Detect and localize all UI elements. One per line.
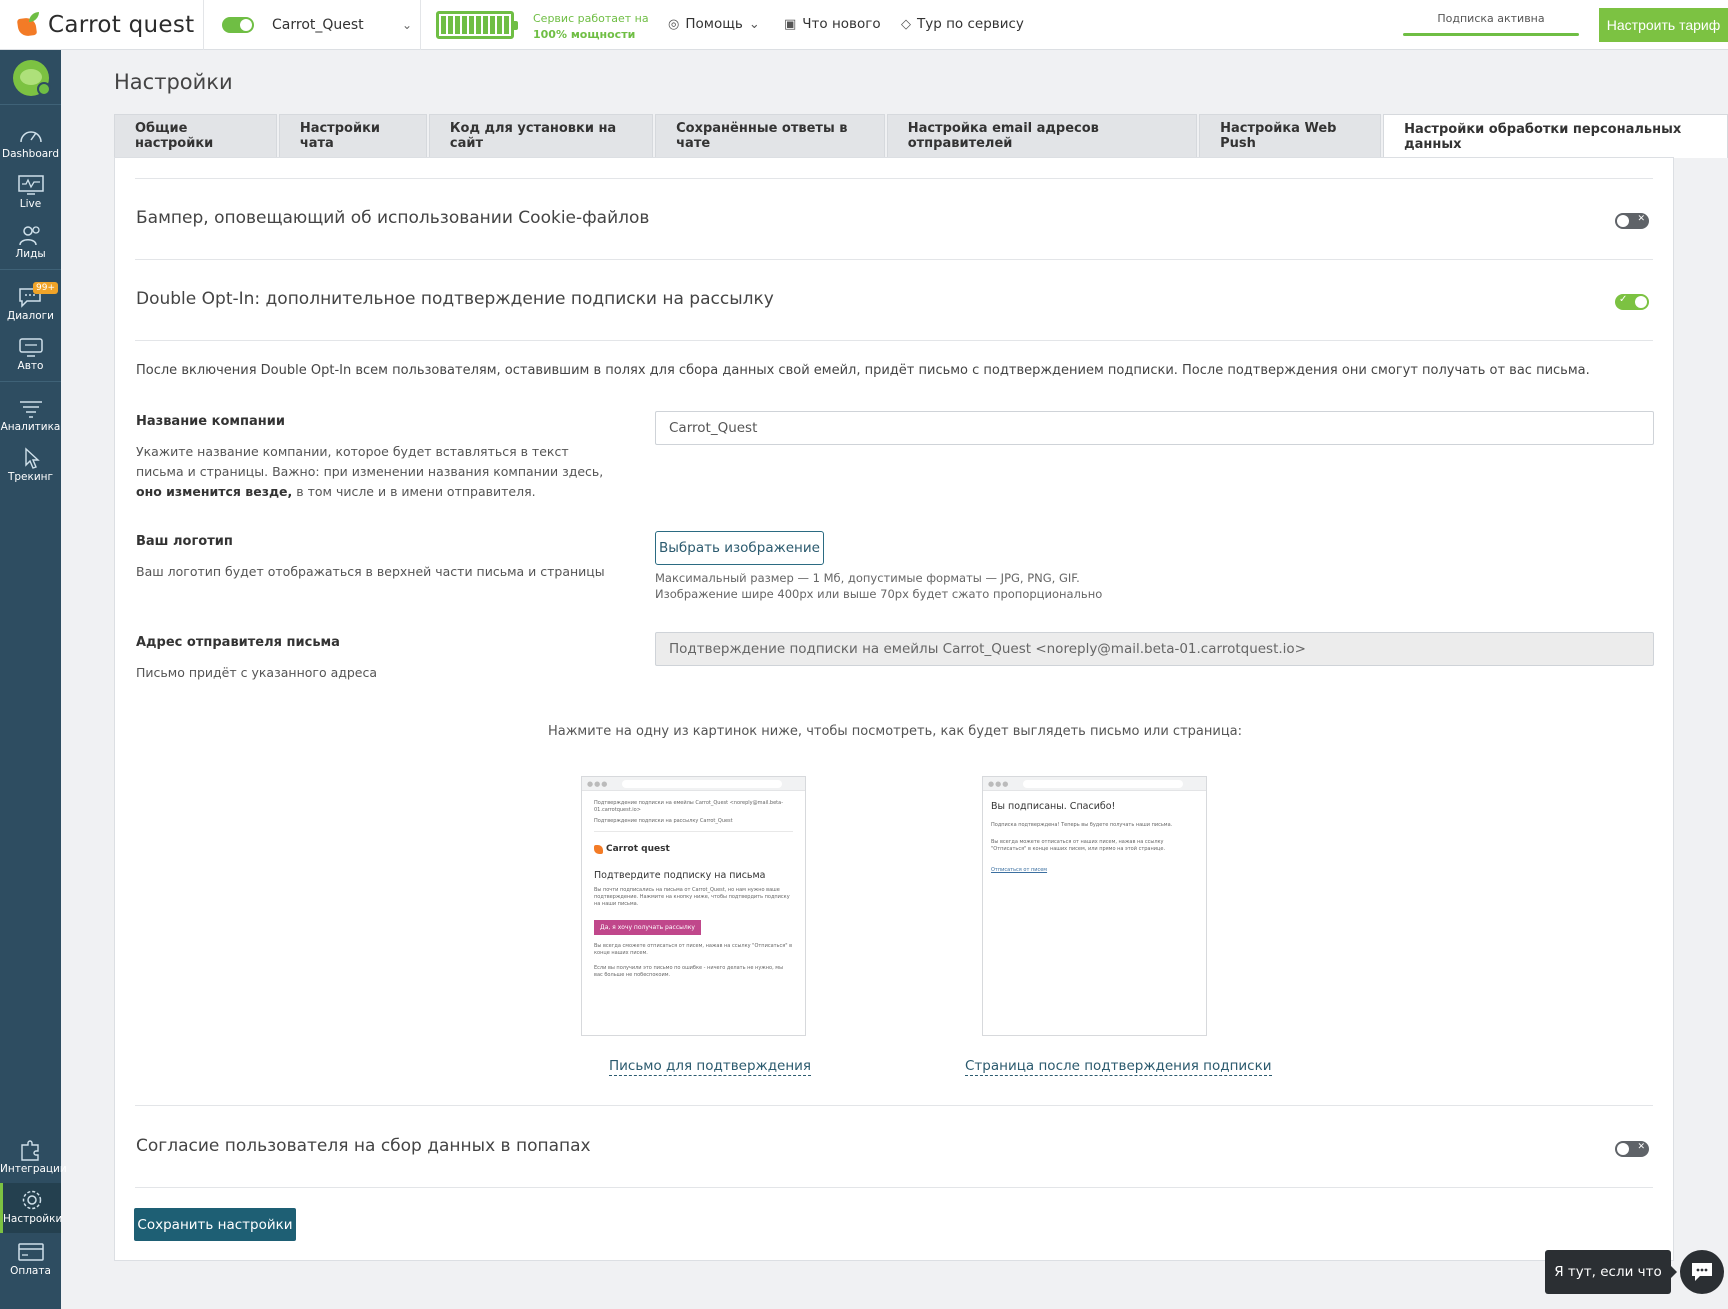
gift-icon: ▣ <box>784 16 797 32</box>
sender-address-label: Адрес отправителя письма <box>136 635 340 650</box>
logo-text: Carrot quest <box>48 12 195 38</box>
divider <box>135 178 1653 179</box>
subscription-bar <box>1403 33 1579 36</box>
double-opt-in-title: Double Opt-In: дополнительное подтвержде… <box>136 289 774 309</box>
puzzle-icon <box>20 1140 39 1161</box>
popup-consent-toggle[interactable] <box>1615 1141 1649 1157</box>
page-preview-link[interactable]: Страница после подтверждения подписки <box>965 1058 1272 1076</box>
lifebuoy-icon: ◎ <box>668 16 680 32</box>
sidebar-item-dashboard[interactable]: Dashboard <box>0 118 61 164</box>
sidebar-item-integrations[interactable]: Интеграции <box>0 1133 67 1179</box>
logo-label: Ваш логотип <box>136 534 233 549</box>
sidebar-item-auto[interactable]: Авто <box>0 330 61 376</box>
double-opt-in-toggle[interactable] <box>1615 294 1649 310</box>
battery-icon <box>436 11 518 39</box>
graduation-cap-icon: ◇ <box>901 16 911 32</box>
tab-install-code[interactable]: Код для установки на сайт <box>428 114 654 157</box>
sidebar-item-live[interactable]: Live <box>0 168 61 214</box>
divider <box>135 1187 1653 1188</box>
tab-web-push[interactable]: Настройка Web Push <box>1199 114 1382 157</box>
email-preview[interactable]: ●●● Подтверждение подписки на емейлы Car… <box>581 776 806 1036</box>
divider <box>135 259 1653 260</box>
preview-caption: Нажмите на одну из картинок ниже, чтобы … <box>547 724 1243 739</box>
save-settings-button[interactable]: Сохранить настройки <box>134 1208 296 1241</box>
settings-tabs: Общие настройки Настройки чата Код для у… <box>114 114 1728 158</box>
sidebar-item-dialogs[interactable]: 99+ Диалоги <box>0 280 61 326</box>
company-name-input[interactable] <box>655 411 1654 445</box>
settings-panel: Бампер, оповещающий об использовании Coo… <box>114 157 1674 1261</box>
chat-icon <box>1692 1263 1712 1281</box>
sidebar-item-tracking[interactable]: Трекинг <box>0 441 61 487</box>
popup-consent-title: Согласие пользователя на сбор данных в п… <box>136 1136 591 1156</box>
logo-hint: Максимальный размер — 1 Мб, допустимые ф… <box>655 571 1103 601</box>
page-title: Настройки <box>114 70 233 94</box>
tab-personal-data[interactable]: Настройки обработки персональных данных <box>1383 114 1728 158</box>
avatar[interactable] <box>13 60 51 96</box>
carrot-logo-icon <box>16 12 42 38</box>
logo-help: Ваш логотип будет отображаться в верхней… <box>136 564 605 579</box>
chat-tooltip: Я тут, если что <box>1545 1250 1677 1294</box>
chevron-down-icon: ⌄ <box>402 18 413 32</box>
sidebar-item-billing[interactable]: Оплата <box>0 1235 61 1281</box>
divider <box>420 0 421 50</box>
credit-card-icon <box>17 1243 44 1261</box>
email-preview-link[interactable]: Письмо для подтверждения <box>609 1058 812 1076</box>
divider <box>0 269 61 270</box>
cursor-icon <box>24 447 40 469</box>
service-tour-link[interactable]: ◇ Тур по сервису <box>901 16 1024 32</box>
monitor-pulse-icon <box>17 175 44 195</box>
project-name: Carrot_Quest <box>272 17 364 33</box>
chat-widget-button[interactable] <box>1680 1250 1724 1294</box>
divider <box>135 1105 1653 1106</box>
auto-message-icon <box>18 338 43 357</box>
chevron-down-icon: ⌄ <box>748 16 760 32</box>
sidebar-item-settings[interactable]: Настройки <box>0 1183 62 1233</box>
service-status: Сервис работает на 100% мощности <box>533 12 649 41</box>
tab-general[interactable]: Общие настройки <box>114 114 277 157</box>
users-icon <box>18 226 40 246</box>
sender-address-help: Письмо придёт с указанного адреса <box>136 665 378 680</box>
sender-address-input <box>655 632 1654 666</box>
cookie-bumper-title: Бампер, оповещающий об использовании Coo… <box>136 208 650 228</box>
whats-new-link[interactable]: ▣ Что нового <box>784 16 881 32</box>
tab-saved-replies[interactable]: Сохранённые ответы в чате <box>655 114 885 157</box>
sidebar: Dashboard Live Лиды 99+ Диалоги Авто Ана… <box>0 50 67 1309</box>
subscription-status: Подписка активна <box>1437 12 1545 25</box>
divider <box>135 340 1653 341</box>
top-bar: Carrot quest Carrot_Quest ⌄ Сервис работ… <box>0 0 1728 50</box>
tab-email-senders[interactable]: Настройка email адресов отправителей <box>886 114 1198 157</box>
unread-badge: 99+ <box>33 282 58 294</box>
company-name-label: Название компании <box>136 414 285 429</box>
speedometer-icon <box>19 131 42 143</box>
tab-chat[interactable]: Настройки чата <box>278 114 427 157</box>
page-preview[interactable]: ●●● Вы подписаны. Спасибо! Подписка подт… <box>982 776 1207 1036</box>
sidebar-item-leads[interactable]: Лиды <box>0 218 61 264</box>
project-status-toggle[interactable] <box>222 17 254 33</box>
analytics-icon <box>19 401 42 418</box>
cookie-bumper-toggle[interactable] <box>1615 213 1649 229</box>
configure-tariff-button[interactable]: Настроить тариф <box>1599 8 1728 42</box>
email-preview-logo: Carrot quest <box>582 844 805 854</box>
gear-icon <box>22 1190 42 1210</box>
divider <box>203 0 204 50</box>
choose-image-button[interactable]: Выбрать изображение <box>655 531 824 565</box>
help-menu[interactable]: ◎ Помощь ⌄ <box>668 16 760 32</box>
sidebar-item-analytics[interactable]: Аналитика <box>0 391 61 437</box>
company-name-help: Укажите название компании, которое будет… <box>136 444 604 499</box>
project-selector[interactable]: Carrot_Quest ⌄ <box>222 12 412 38</box>
logo[interactable]: Carrot quest <box>16 10 195 40</box>
divider <box>0 381 61 382</box>
double-opt-in-description: После включения Double Opt-In всем польз… <box>136 363 1590 378</box>
divider <box>0 104 61 105</box>
